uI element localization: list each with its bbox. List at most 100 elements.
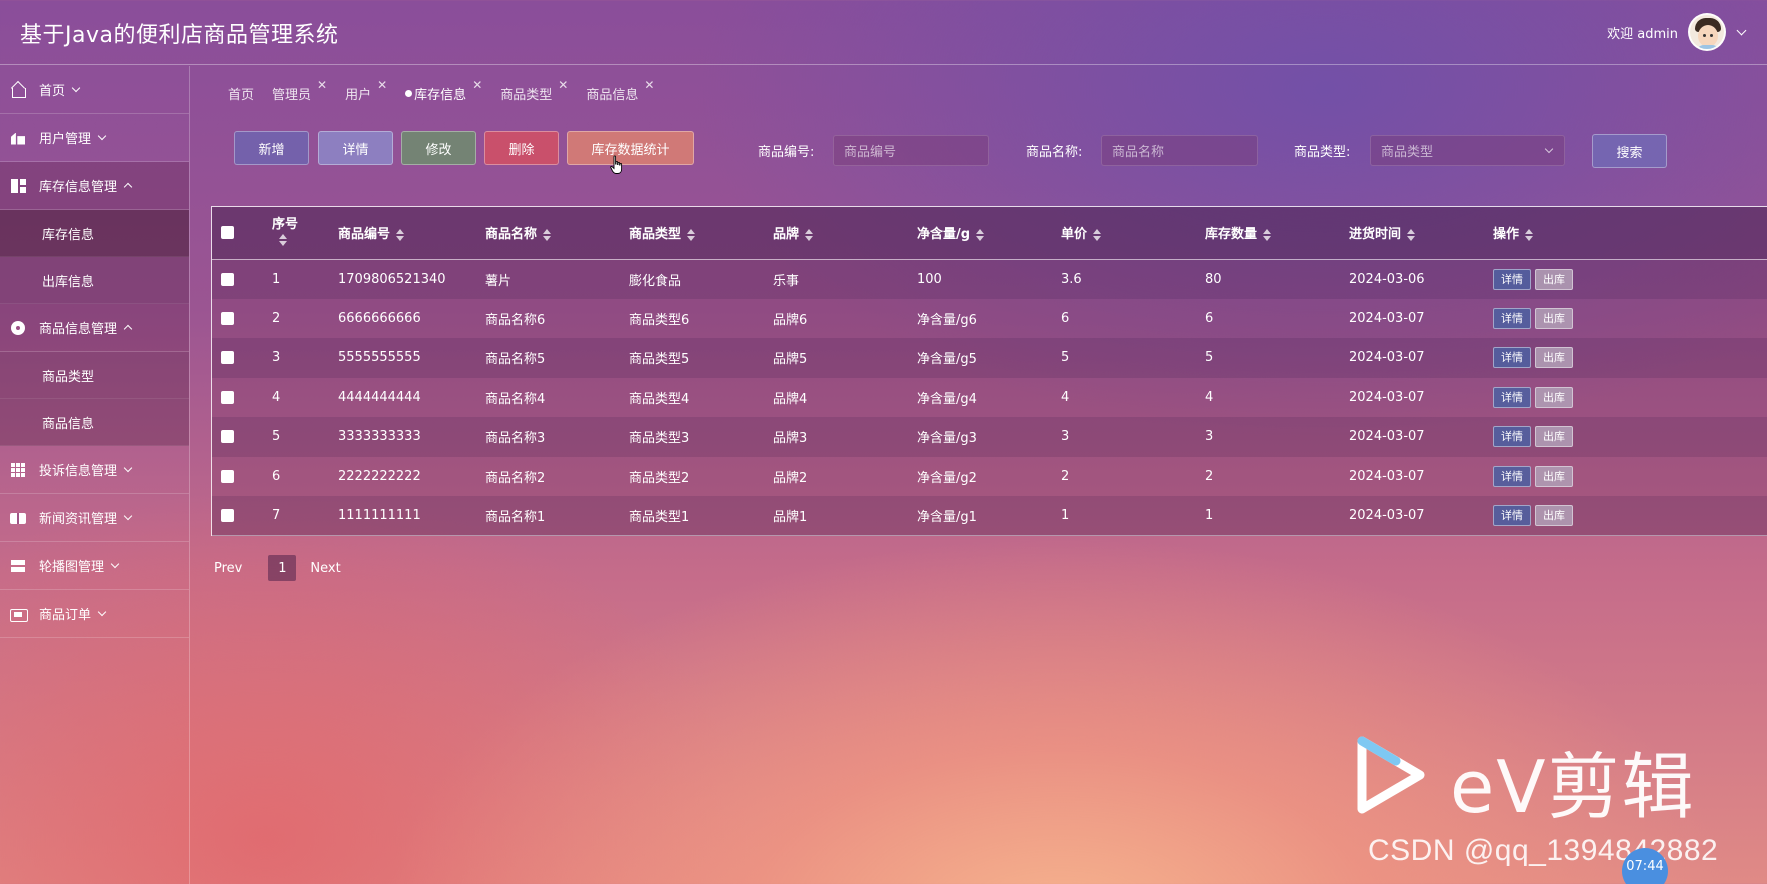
table-row[interactable]: 4 4444444444 商品名称4 商品类型4 品牌4 净含量/g4 4 4 2024-03-… xyxy=(212,377,1767,417)
sidebar-subitem-outbound-info[interactable]: 出库信息 xyxy=(0,257,189,304)
product-type-select[interactable]: 商品类型 xyxy=(1370,135,1565,166)
row-checkbox[interactable] xyxy=(221,351,234,365)
column-header[interactable]: 单价 xyxy=(1061,207,1205,260)
row-checkbox[interactable] xyxy=(221,272,234,286)
select-all-checkbox[interactable] xyxy=(221,226,234,240)
hand-cursor-icon xyxy=(610,155,623,174)
sidebar-item-label: 库存信息管理 xyxy=(39,180,118,195)
table-row[interactable]: 5 3333333333 商品名称3 商品类型3 品牌3 净含量/g3 3 3 2024-03-… xyxy=(212,417,1767,457)
column-header[interactable]: 商品编号 xyxy=(338,207,485,260)
next-page-link[interactable]: Next xyxy=(310,561,340,576)
search-button[interactable]: 搜索 xyxy=(1592,134,1667,168)
delete-button[interactable]: 删除 xyxy=(484,131,559,165)
column-header[interactable]: 净含量/g xyxy=(917,207,1061,260)
close-icon[interactable]: ✕ xyxy=(472,78,482,92)
column-header[interactable]: 操作 xyxy=(1493,207,1767,260)
avatar[interactable] xyxy=(1688,13,1726,51)
sort-icon[interactable] xyxy=(976,228,985,241)
row-checkbox[interactable] xyxy=(221,509,234,523)
header-label: 商品名称 xyxy=(485,227,538,243)
sort-icon[interactable] xyxy=(1263,228,1272,241)
sidebar-item-home[interactable]: 首页 xyxy=(0,66,189,114)
row-outbound-button[interactable]: 出库 xyxy=(1535,505,1573,527)
row-checkbox[interactable] xyxy=(221,390,234,404)
column-header[interactable]: 库存数量 xyxy=(1205,207,1349,260)
sidebar-item-news[interactable]: 新闻资讯管理 xyxy=(0,494,189,542)
chevron-down-icon[interactable] xyxy=(1736,25,1747,35)
sidebar-subitem-product-info[interactable]: 商品信息 xyxy=(0,399,189,446)
add-button[interactable]: 新增 xyxy=(234,131,309,165)
sidebar-subitem-inventory-info[interactable]: 库存信息 xyxy=(0,210,189,257)
tab-home[interactable]: 首页 xyxy=(228,84,254,103)
close-icon[interactable]: ✕ xyxy=(558,78,568,92)
table-row[interactable]: 1 1709806521340 薯片 膨化食品 乐事 100 3.6 80 2024-03-06… xyxy=(212,259,1767,299)
row-outbound-button[interactable]: 出库 xyxy=(1535,268,1573,290)
inventory-stats-button[interactable]: 库存数据统计 xyxy=(567,131,694,165)
row-outbound-button[interactable]: 出库 xyxy=(1535,386,1573,408)
product-code-input[interactable]: 商品编号 xyxy=(833,135,989,166)
sidebar-item-users[interactable]: 用户管理 xyxy=(0,114,189,162)
table-cell: 净含量/g6 xyxy=(917,312,977,328)
tab-product-info[interactable]: 商品信息 ✕ xyxy=(586,78,654,103)
row-detail-button[interactable]: 详情 xyxy=(1493,465,1531,487)
sidebar-subitem-product-type[interactable]: 商品类型 xyxy=(0,352,189,399)
sort-icon[interactable] xyxy=(543,228,552,241)
close-icon[interactable]: ✕ xyxy=(644,78,654,92)
row-detail-button[interactable]: 详情 xyxy=(1493,347,1531,369)
row-outbound-button[interactable]: 出库 xyxy=(1535,347,1573,369)
sidebar-item-orders[interactable]: 商品订单 xyxy=(0,590,189,638)
row-outbound-button[interactable]: 出库 xyxy=(1535,465,1573,487)
tab-user[interactable]: 用户 ✕ xyxy=(345,78,387,103)
row-checkbox[interactable] xyxy=(221,311,234,325)
header-label: 商品编号 xyxy=(338,227,391,243)
sidebar-item-complaints[interactable]: 投诉信息管理 xyxy=(0,446,189,494)
column-header[interactable]: 商品名称 xyxy=(485,207,629,260)
sort-icon[interactable] xyxy=(1407,228,1416,241)
tab-inventory-info[interactable]: 库存信息 ✕ xyxy=(405,78,482,103)
row-detail-button[interactable]: 详情 xyxy=(1493,386,1531,408)
table-row[interactable]: 7 1111111111 商品名称1 商品类型1 品牌1 净含量/g1 1 1 2024-03-… xyxy=(212,496,1767,536)
row-outbound-button[interactable]: 出库 xyxy=(1535,426,1573,448)
sidebar-item-carousel[interactable]: 轮播图管理 xyxy=(0,542,189,590)
table-cell: 商品类型1 xyxy=(629,510,690,526)
sort-icon[interactable] xyxy=(805,228,814,241)
tab-admin[interactable]: 管理员 ✕ xyxy=(272,78,327,103)
table-cell: 1709806521340 xyxy=(338,271,446,287)
sort-icon[interactable] xyxy=(1093,228,1102,241)
sort-icon[interactable] xyxy=(396,228,405,241)
close-icon[interactable]: ✕ xyxy=(377,78,387,92)
close-icon[interactable]: ✕ xyxy=(317,78,327,92)
column-header[interactable]: 序号 xyxy=(272,207,338,260)
sort-icon[interactable] xyxy=(1525,228,1534,241)
tab-product-type[interactable]: 商品类型 ✕ xyxy=(500,78,568,103)
row-checkbox[interactable] xyxy=(221,469,234,483)
table-cell: 4444444444 xyxy=(338,389,421,405)
sort-icon[interactable] xyxy=(279,234,287,247)
column-header[interactable]: 进货时间 xyxy=(1349,207,1493,260)
product-name-input[interactable]: 商品名称 xyxy=(1101,135,1258,166)
row-detail-button[interactable]: 详情 xyxy=(1493,307,1531,329)
row-detail-button[interactable]: 详情 xyxy=(1493,426,1531,448)
header-label: 净含量/g xyxy=(917,227,971,243)
detail-button[interactable]: 详情 xyxy=(318,131,393,165)
column-header[interactable]: 商品类型 xyxy=(629,207,773,260)
table-row[interactable]: 2 6666666666 商品名称6 商品类型6 品牌6 净含量/g6 6 6 2024-03-… xyxy=(212,298,1767,338)
row-detail-button[interactable]: 详情 xyxy=(1493,505,1531,527)
row-detail-button[interactable]: 详情 xyxy=(1493,268,1531,290)
row-outbound-button[interactable]: 出库 xyxy=(1535,307,1573,329)
user-menu[interactable]: 欢迎 admin xyxy=(1607,12,1747,52)
sidebar-item-label: 轮播图管理 xyxy=(39,560,105,575)
sort-icon[interactable] xyxy=(687,228,696,241)
page-number-current[interactable]: 1 xyxy=(268,555,297,581)
sidebar-item-product[interactable]: 商品信息管理 xyxy=(0,304,189,352)
table-cell: 2024-03-07 xyxy=(1349,310,1425,326)
table-row[interactable]: 3 5555555555 商品名称5 商品类型5 品牌5 净含量/g5 5 5 2024-03-… xyxy=(212,338,1767,378)
row-checkbox[interactable] xyxy=(221,430,234,444)
prev-page-link[interactable]: Prev xyxy=(214,561,242,576)
column-header[interactable]: 品牌 xyxy=(773,207,917,260)
welcome-text: 欢迎 admin xyxy=(1607,26,1678,42)
row-actions: 详情 出库 xyxy=(1493,338,1767,378)
table-row[interactable]: 6 2222222222 商品名称2 商品类型2 品牌2 净含量/g2 2 2 2024-03-… xyxy=(212,456,1767,496)
sidebar-item-inventory[interactable]: 库存信息管理 xyxy=(0,162,189,210)
edit-button[interactable]: 修改 xyxy=(401,131,476,165)
